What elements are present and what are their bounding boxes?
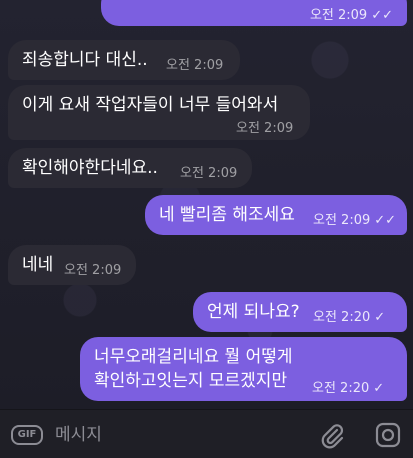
message-text: 확인해야한다네요.. xyxy=(22,158,158,178)
message-bubble-incoming[interactable]: 죄송합니다 대신.. 오전 2:09 xyxy=(8,40,240,80)
message-bubble-outgoing[interactable]: 너무오래걸리네요 뭘 어떻게 확인하고잇는지 모르겠지만 오전 2:20 ✓ xyxy=(80,337,407,401)
message-time: 오전 2:09 xyxy=(313,213,371,228)
message-time: 오전 2:09 xyxy=(236,121,294,136)
message-bubble-incoming[interactable]: 이게 요새 작업자들이 너무 들어와서 오전 2:09 xyxy=(8,85,310,140)
message-meta: 오전 2:09 ✓✓ xyxy=(310,4,393,28)
gif-icon[interactable]: GIF xyxy=(11,425,43,445)
message-time: 오전 2:09 xyxy=(64,263,122,278)
message-bubble-outgoing[interactable]: 네 빨리좀 해조세요 오전 2:09 ✓✓ xyxy=(145,195,407,235)
double-check-icon: ✓✓ xyxy=(371,8,393,23)
message-bubble-outgoing[interactable]: 언제 되나요? 오전 2:20 ✓ xyxy=(193,292,407,332)
message-bubble-incoming[interactable]: 확인해야한다네요.. 오전 2:09 xyxy=(8,148,252,188)
message-meta: 오전 2:20 ✓ xyxy=(313,306,385,330)
message-time: 오전 2:09 xyxy=(309,8,368,23)
message-time: 오전 2:09 xyxy=(180,166,238,181)
message-time: 오전 2:20 xyxy=(313,310,371,325)
message-meta: 오전 2:09 ✓✓ xyxy=(313,209,396,233)
message-meta: 오전 2:20 ✓ xyxy=(312,377,384,401)
message-text: 죄송합니다 대신.. xyxy=(22,50,148,70)
message-text-line1: 너무오래걸리네요 뭘 어떻게 xyxy=(94,347,293,367)
message-text: 언제 되나요? xyxy=(207,302,300,322)
double-check-icon: ✓✓ xyxy=(374,213,397,228)
paperclip-icon[interactable] xyxy=(318,421,346,449)
camera-icon[interactable] xyxy=(374,421,402,449)
message-time: 오전 2:09 xyxy=(166,58,224,73)
message-text: 이게 요새 작업자들이 너무 들어와서 xyxy=(22,95,279,115)
single-check-icon: ✓ xyxy=(374,310,386,325)
message-time: 오전 2:20 xyxy=(312,381,370,396)
single-check-icon: ✓ xyxy=(373,381,385,396)
message-bubble-incoming[interactable]: 네네 오전 2:09 xyxy=(8,245,136,285)
message-bubble-outgoing[interactable]: 오전 2:09 ✓✓ xyxy=(101,0,407,26)
message-input-bar: GIF xyxy=(0,409,413,458)
chat-area[interactable]: 오전 2:09 ✓✓ 죄송합니다 대신.. 오전 2:09 이게 요새 작업자들이… xyxy=(0,0,413,409)
message-text: 네 빨리좀 해조세요 xyxy=(159,205,295,225)
message-input[interactable] xyxy=(55,422,295,448)
message-text: 네네 xyxy=(22,255,54,275)
